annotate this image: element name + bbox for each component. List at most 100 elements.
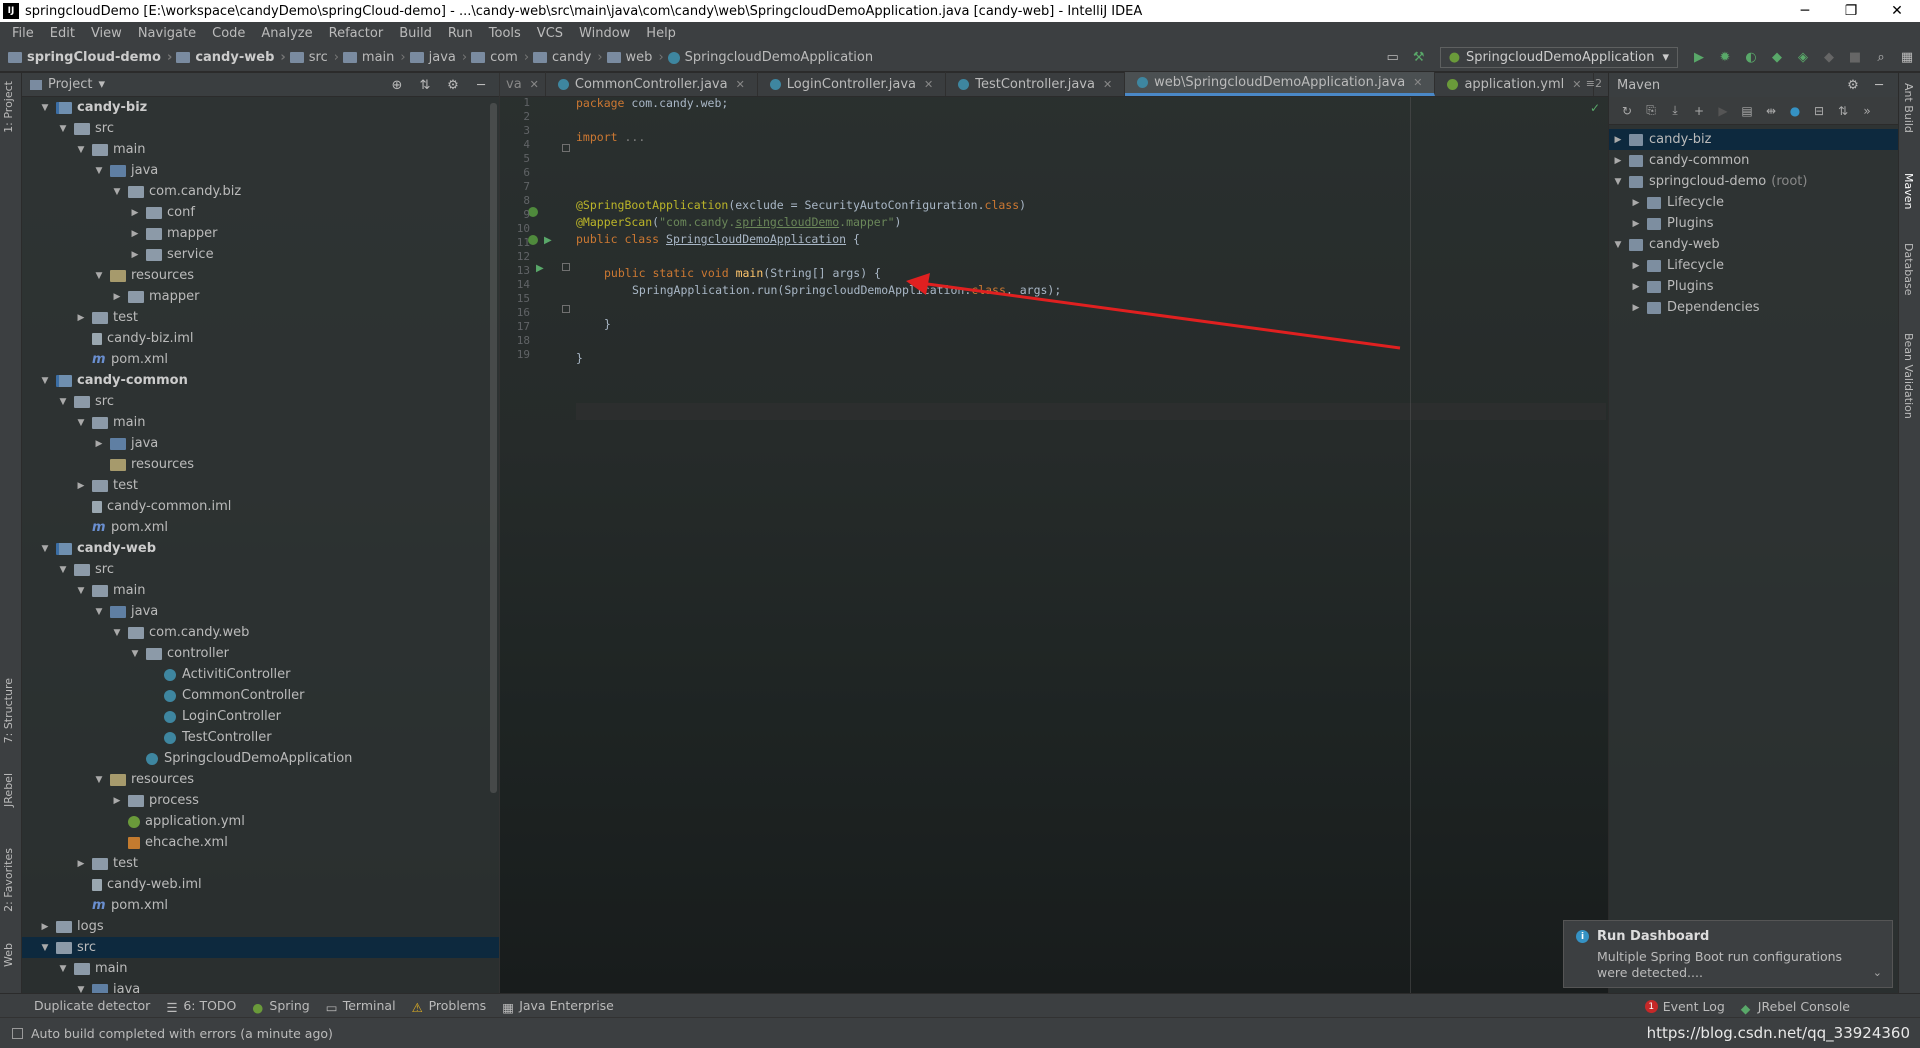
locate-icon[interactable]: ⊕ xyxy=(383,78,411,93)
tree-item[interactable]: ▼ candy-web xyxy=(22,538,499,559)
maven-tree-item[interactable]: ▼ candy-web xyxy=(1609,234,1899,255)
chevron-down-icon[interactable]: ▼ xyxy=(128,649,142,659)
tab-list-button[interactable]: ≡2 xyxy=(1586,77,1602,90)
maven-tree-item[interactable]: ▶ Lifecycle xyxy=(1609,192,1899,213)
run-gutter-icon[interactable]: ▶ xyxy=(544,235,552,246)
download-icon[interactable]: ⤓ xyxy=(1663,103,1687,118)
toggle-tool-windows-icon[interactable] xyxy=(12,1027,23,1039)
maven-tool-button[interactable]: Maven xyxy=(1902,173,1915,209)
debug-icon[interactable]: ✹ xyxy=(1714,47,1736,69)
chevron-down-icon[interactable]: ▼ xyxy=(38,376,52,386)
tree-item[interactable]: resources xyxy=(22,454,499,475)
problems-button[interactable]: ⚠ Problems xyxy=(412,998,487,1015)
chevron-right-icon[interactable]: ▶ xyxy=(1629,198,1643,208)
chevron-down-icon[interactable]: ▼ xyxy=(74,985,88,994)
chevron-right-icon[interactable]: ▶ xyxy=(110,796,124,806)
chevron-down-icon[interactable]: ▼ xyxy=(92,271,106,281)
close-button[interactable]: ✕ xyxy=(1874,0,1920,22)
tree-item[interactable]: ▶ test xyxy=(22,853,499,874)
tree-item[interactable]: candy-web.iml xyxy=(22,874,499,895)
menu-view[interactable]: View xyxy=(83,26,130,41)
toggle-offline-icon[interactable]: ⇹ xyxy=(1759,104,1783,118)
tree-item[interactable]: ▶ mapper xyxy=(22,223,499,244)
chevron-right-icon[interactable]: ▶ xyxy=(1629,303,1643,313)
coverage-icon[interactable]: ◐ xyxy=(1740,47,1762,69)
chevron-right-icon[interactable]: ▶ xyxy=(74,481,88,491)
menu-refactor[interactable]: Refactor xyxy=(321,26,392,41)
chevron-down-icon[interactable]: ▼ xyxy=(56,397,70,407)
chevron-down-icon[interactable]: ▼ xyxy=(1611,240,1625,250)
project-scrollbar[interactable] xyxy=(490,103,497,793)
chevron-right-icon[interactable]: ▶ xyxy=(128,208,142,218)
breadcrumb-class[interactable]: SpringcloudDemoApplication xyxy=(667,50,873,65)
tree-item[interactable]: ▶ java xyxy=(22,433,499,454)
gear-icon[interactable]: ⚙ xyxy=(1840,78,1866,93)
chevron-down-icon[interactable]: ▼ xyxy=(74,586,88,596)
search-icon[interactable]: ⌕ xyxy=(1870,47,1892,69)
jrebel-tool-button[interactable]: JRebel xyxy=(2,773,15,807)
breadcrumb-main[interactable]: main › xyxy=(342,50,406,65)
tree-item[interactable]: ▼ candy-common xyxy=(22,370,499,391)
maven-tree-item[interactable]: ▶ candy-biz xyxy=(1609,129,1899,150)
jrebel-debug-icon[interactable]: ◈ xyxy=(1792,47,1814,69)
tree-item[interactable]: CommonController xyxy=(22,685,499,706)
stop-icon[interactable]: ■ xyxy=(1844,47,1866,69)
chevron-right-icon[interactable]: ▶ xyxy=(128,250,142,260)
close-icon[interactable]: ✕ xyxy=(924,78,933,91)
run-icon[interactable]: ▶ xyxy=(1711,104,1735,118)
chevron-down-icon[interactable]: ▼ xyxy=(74,145,88,155)
tree-item[interactable]: candy-biz.iml xyxy=(22,328,499,349)
tree-item[interactable]: ▼ resources xyxy=(22,265,499,286)
tree-item[interactable]: ▼ src xyxy=(22,118,499,139)
chevron-down-icon[interactable]: ⌄ xyxy=(1873,966,1882,979)
tree-item[interactable]: ▶ test xyxy=(22,475,499,496)
close-icon[interactable]: ✕ xyxy=(530,78,539,91)
chevron-right-icon[interactable]: ▶ xyxy=(110,292,124,302)
show-dependencies-icon[interactable]: ⊟ xyxy=(1807,104,1831,118)
tree-item[interactable]: SpringcloudDemoApplication xyxy=(22,748,499,769)
menu-help[interactable]: Help xyxy=(638,26,684,41)
menu-code[interactable]: Code xyxy=(204,26,253,41)
menu-window[interactable]: Window xyxy=(571,26,638,41)
breadcrumb-project[interactable]: springCloud-demo › xyxy=(8,50,172,65)
run-dashboard-notification[interactable]: i Run Dashboard Multiple Spring Boot run … xyxy=(1563,920,1893,988)
project-tool-button[interactable]: 1: Project xyxy=(2,81,15,133)
chevron-right-icon[interactable]: ▶ xyxy=(38,922,52,932)
tree-item[interactable]: m pom.xml xyxy=(22,517,499,538)
execute-goal-icon[interactable]: ▤ xyxy=(1735,104,1759,118)
tree-item[interactable]: ▼ controller xyxy=(22,643,499,664)
tree-item[interactable]: ▼ candy-biz xyxy=(22,97,499,118)
chevron-right-icon[interactable]: ▶ xyxy=(1629,219,1643,229)
chevron-right-icon[interactable]: ▶ xyxy=(74,859,88,869)
tree-item[interactable]: ▼ java xyxy=(22,601,499,622)
chevron-down-icon[interactable]: ▼ xyxy=(56,964,70,974)
tree-item[interactable]: ▼ src xyxy=(22,559,499,580)
folded-imports[interactable]: ... xyxy=(618,130,645,144)
breadcrumb-src[interactable]: src › xyxy=(289,50,339,65)
chevron-down-icon[interactable]: ▼ xyxy=(92,607,106,617)
spring-button[interactable]: ● Spring xyxy=(252,998,309,1015)
chevron-down-icon[interactable]: ▼ xyxy=(74,418,88,428)
fold-marker-icon[interactable] xyxy=(562,305,570,313)
tree-item[interactable]: TestController xyxy=(22,727,499,748)
java-enterprise-button[interactable]: ▦ Java Enterprise xyxy=(502,998,614,1015)
close-icon[interactable]: ✕ xyxy=(1103,78,1112,91)
attach-icon[interactable]: ◆ xyxy=(1818,47,1840,69)
tree-item[interactable]: ehcache.xml xyxy=(22,832,499,853)
database-tool-button[interactable]: Database xyxy=(1902,243,1915,296)
chevron-right-icon[interactable]: ▶ xyxy=(1611,156,1625,166)
chevron-right-icon[interactable]: ▶ xyxy=(92,439,106,449)
menu-tools[interactable]: Tools xyxy=(481,26,529,41)
run-gutter-icon[interactable]: ▶ xyxy=(536,263,544,274)
run-icon[interactable]: ▶ xyxy=(1688,47,1710,69)
tab-overflow[interactable]: va ✕ xyxy=(500,72,546,96)
duplicate-detector-button[interactable]: Duplicate detector xyxy=(34,998,150,1013)
minimize-button[interactable]: ─ xyxy=(1782,0,1828,22)
favorites-tool-button[interactable]: 2: Favorites xyxy=(2,848,15,912)
menu-file[interactable]: File xyxy=(4,26,42,41)
menu-navigate[interactable]: Navigate xyxy=(130,26,204,41)
menu-run[interactable]: Run xyxy=(440,26,481,41)
maven-tree-item[interactable]: ▶ Plugins xyxy=(1609,213,1899,234)
tree-item[interactable]: ▼ main xyxy=(22,139,499,160)
chevron-down-icon[interactable]: ▼ xyxy=(92,166,106,176)
